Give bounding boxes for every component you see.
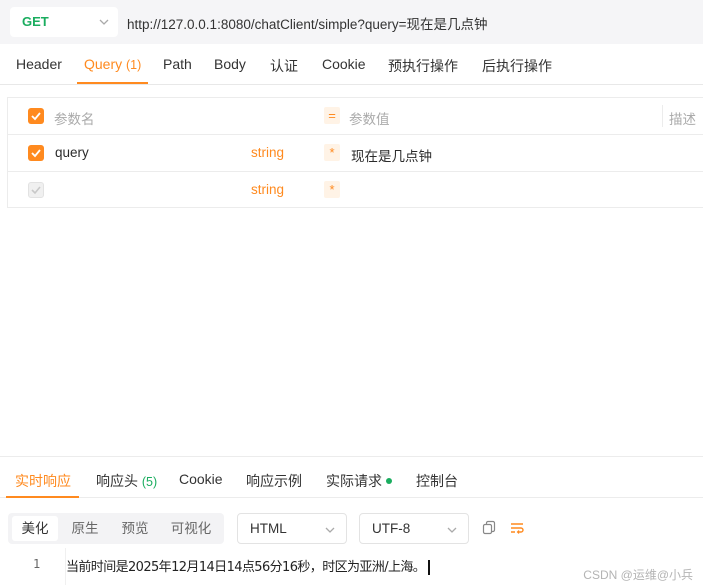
table-row: string * [8,172,703,209]
tab-console[interactable]: 控制台 [416,471,458,491]
check-icon [31,149,41,158]
row-checkbox[interactable] [28,145,44,161]
query-params-table: 参数名 = 参数值 描述 query string * 现在是几点钟 strin… [7,97,703,208]
view-mode-preview[interactable]: 预览 [112,516,158,541]
param-value-input[interactable]: 现在是几点钟 [351,145,432,165]
tab-response-cookie[interactable]: Cookie [179,471,223,487]
tab-path[interactable]: Path [163,56,192,72]
request-url-bar: GET http://127.0.0.1:8080/chatClient/sim… [0,0,703,44]
tab-query[interactable]: Query (1) [84,56,141,72]
tab-header[interactable]: Header [16,56,62,72]
tab-body[interactable]: Body [214,56,246,72]
response-text: 当前时间是2025年12月14日14点56分16秒，时区为亚洲/上海。 [66,560,426,575]
url-input[interactable]: http://127.0.0.1:8080/chatClient/simple?… [127,13,488,33]
view-mode-visual[interactable]: 可视化 [162,516,220,541]
equals-icon: = [324,107,340,124]
param-name-input[interactable]: query [55,145,89,160]
param-type[interactable]: string [251,145,284,160]
format-select[interactable]: HTML [237,513,347,544]
tab-live-response[interactable]: 实时响应 [15,471,71,491]
tab-cookie[interactable]: Cookie [322,56,366,72]
active-response-tab-indicator [6,496,79,498]
watermark: CSDN @运维@小兵 [583,568,693,582]
chevron-down-icon [325,527,335,533]
format-select-value: HTML [250,521,287,536]
table-header-row: 参数名 = 参数值 描述 [8,98,703,135]
tab-query-count: (1) [126,58,142,72]
copy-icon[interactable] [481,520,497,536]
active-tab-indicator [77,82,148,84]
encoding-select[interactable]: UTF-8 [359,513,469,544]
response-toolbar: 美化 原生 预览 可视化 HTML UTF-8 [0,510,703,544]
tab-pre-script[interactable]: 预执行操作 [388,56,458,76]
check-icon [31,112,41,121]
col-description: 描述 [669,112,696,127]
encoding-select-value: UTF-8 [372,521,411,536]
check-icon [31,186,41,195]
tab-response-headers[interactable]: 响应头 (5) [96,471,157,491]
column-divider [662,105,663,127]
method-label: GET [22,14,49,29]
view-mode-switch: 美化 原生 预览 可视化 [8,513,224,544]
select-all-checkbox[interactable] [28,108,44,124]
row-checkbox[interactable] [28,182,44,198]
required-asterisk-icon: * [324,144,340,161]
chevron-down-icon [447,527,457,533]
col-param-value: 参数值 [349,112,390,127]
col-param-name: 参数名 [54,112,95,127]
tab-post-script[interactable]: 后执行操作 [482,56,552,76]
chevron-down-icon [99,19,109,25]
tab-auth[interactable]: 认证 [270,56,298,76]
request-tabs: Header Query (1) Path Body 认证 Cookie 预执行… [0,44,703,85]
response-headers-count: (5) [141,475,158,489]
status-dot-icon [386,478,392,485]
response-line: 当前时间是2025年12月14日14点56分16秒，时区为亚洲/上海。 [66,556,430,575]
table-row: query string * 现在是几点钟 [8,135,703,172]
wrap-lines-icon[interactable] [509,520,525,536]
response-tabs: 实时响应 响应头 (5) Cookie 响应示例 实际请求 控制台 [0,456,703,498]
line-number: 1 [33,557,41,571]
view-mode-raw[interactable]: 原生 [62,516,108,541]
text-caret [428,560,430,575]
required-asterisk-icon: * [324,181,340,198]
method-select[interactable]: GET [10,7,118,37]
view-mode-pretty[interactable]: 美化 [12,516,58,541]
param-type[interactable]: string [251,182,284,197]
tab-response-example[interactable]: 响应示例 [246,471,302,491]
tab-actual-request[interactable]: 实际请求 [326,471,392,491]
